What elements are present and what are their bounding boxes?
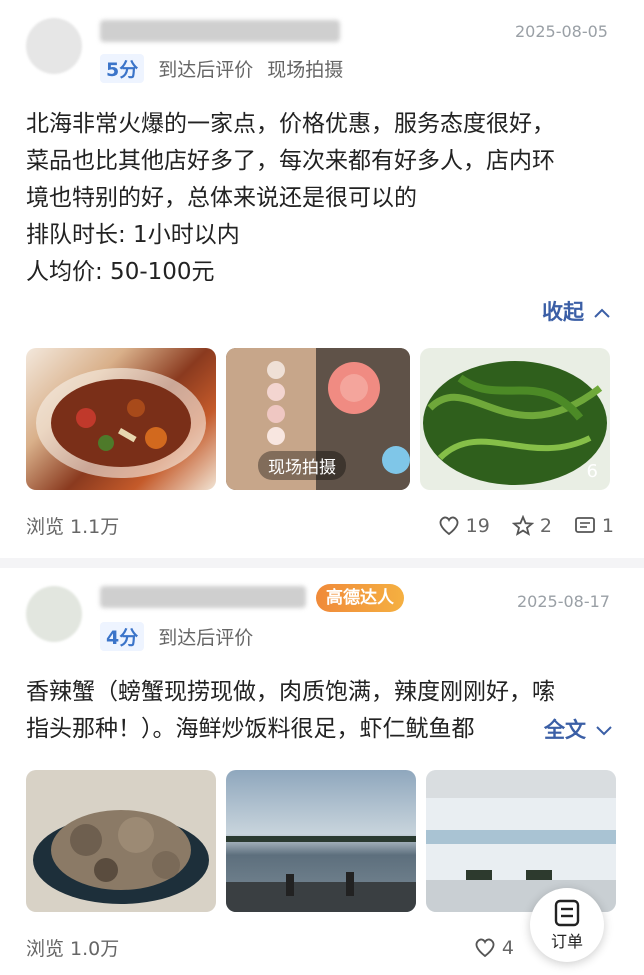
- comment-button[interactable]: 1: [574, 515, 614, 537]
- views-count: 浏览 1.0万: [26, 938, 120, 960]
- chevron-down-icon: [596, 726, 613, 736]
- content-line: 指头那种！）。海鲜炒饭料很足，虾仁鱿鱼都: [26, 716, 475, 742]
- photo-food[interactable]: [26, 348, 216, 490]
- score-badge: 4分: [100, 622, 145, 651]
- heart-icon: [475, 938, 495, 957]
- comment-icon: [575, 516, 595, 533]
- username-blurred[interactable]: [100, 20, 340, 42]
- tag-arrival: 到达后评价: [158, 59, 254, 81]
- photo-count: 6: [586, 461, 598, 482]
- score-badge: 5分: [100, 54, 145, 83]
- content-line: 人均价: 50-100元: [26, 259, 215, 285]
- tag-onsite: 现场拍摄: [267, 59, 344, 81]
- review-meta: 5分 到达后评价 现场拍摄: [100, 54, 357, 83]
- food-photo-art: [36, 368, 206, 478]
- review-date: 2025-08-05: [515, 22, 608, 41]
- review-card: 2025-08-05 5分 到达后评价 现场拍摄 北海非常火爆的一家点，价格优惠…: [0, 0, 644, 560]
- order-button[interactable]: 订单: [530, 888, 604, 962]
- expert-badge: 高德达人: [316, 584, 404, 612]
- collapse-button[interactable]: 收起: [542, 296, 611, 326]
- section-divider: [0, 558, 644, 568]
- content-line: 排队时长: 1小时以内: [26, 222, 240, 248]
- photo-greens[interactable]: 6: [420, 348, 610, 490]
- username-blurred[interactable]: [100, 586, 306, 608]
- order-list-icon: [554, 899, 580, 927]
- content-line: 菜品也比其他店好多了，每次来都有好多人，店内环: [26, 148, 555, 174]
- avatar[interactable]: [26, 18, 82, 74]
- views-count: 浏览 1.1万: [26, 516, 120, 538]
- content-line: 境也特别的好，总体来说还是很可以的: [26, 185, 417, 211]
- photo-crab[interactable]: [26, 770, 216, 912]
- like-button[interactable]: 19: [438, 515, 490, 537]
- star-icon: [511, 514, 534, 536]
- terrace-photo-art: [426, 770, 616, 912]
- like-button[interactable]: 4: [474, 937, 514, 959]
- content-line: 香辣蟹（螃蟹现捞现做，肉质饱满，辣度刚刚好，嗦: [26, 679, 555, 705]
- avatar[interactable]: [26, 586, 82, 642]
- photo-terrace[interactable]: [426, 770, 616, 912]
- heart-icon: [439, 516, 459, 535]
- review-content[interactable]: 香辣蟹（螃蟹现捞现做，肉质饱满，辣度刚刚好，嗦 指头那种！）。海鲜炒饭料很足，虾…: [26, 674, 614, 748]
- stats-row: 浏览 1.1万 19 2 1: [26, 512, 614, 539]
- greens-photo-art: [423, 361, 607, 485]
- tag-arrival: 到达后评价: [158, 627, 254, 649]
- review-meta: 4分 到达后评价: [100, 622, 267, 651]
- stats-row: 浏览 1.0万 4: [26, 934, 614, 961]
- order-label: 订单: [550, 932, 583, 951]
- review-content[interactable]: 北海非常火爆的一家点，价格优惠，服务态度很好， 菜品也比其他店好多了，每次来都有…: [26, 106, 614, 291]
- photo-sea[interactable]: [226, 770, 416, 912]
- photo-decor[interactable]: 现场拍摄: [226, 348, 410, 490]
- sea-photo-art: [226, 836, 416, 912]
- expand-button[interactable]: 全文: [540, 714, 614, 744]
- onsite-photo-overlay: 现场拍摄: [258, 451, 346, 480]
- photo-strip: [26, 770, 616, 912]
- review-date: 2025-08-17: [517, 592, 610, 611]
- crab-photo-art: [33, 810, 209, 904]
- photo-strip: 现场拍摄 6: [26, 348, 610, 490]
- favorite-button[interactable]: 2: [511, 514, 552, 537]
- chevron-up-icon: [594, 308, 611, 318]
- content-line: 北海非常火爆的一家点，价格优惠，服务态度很好，: [26, 111, 555, 137]
